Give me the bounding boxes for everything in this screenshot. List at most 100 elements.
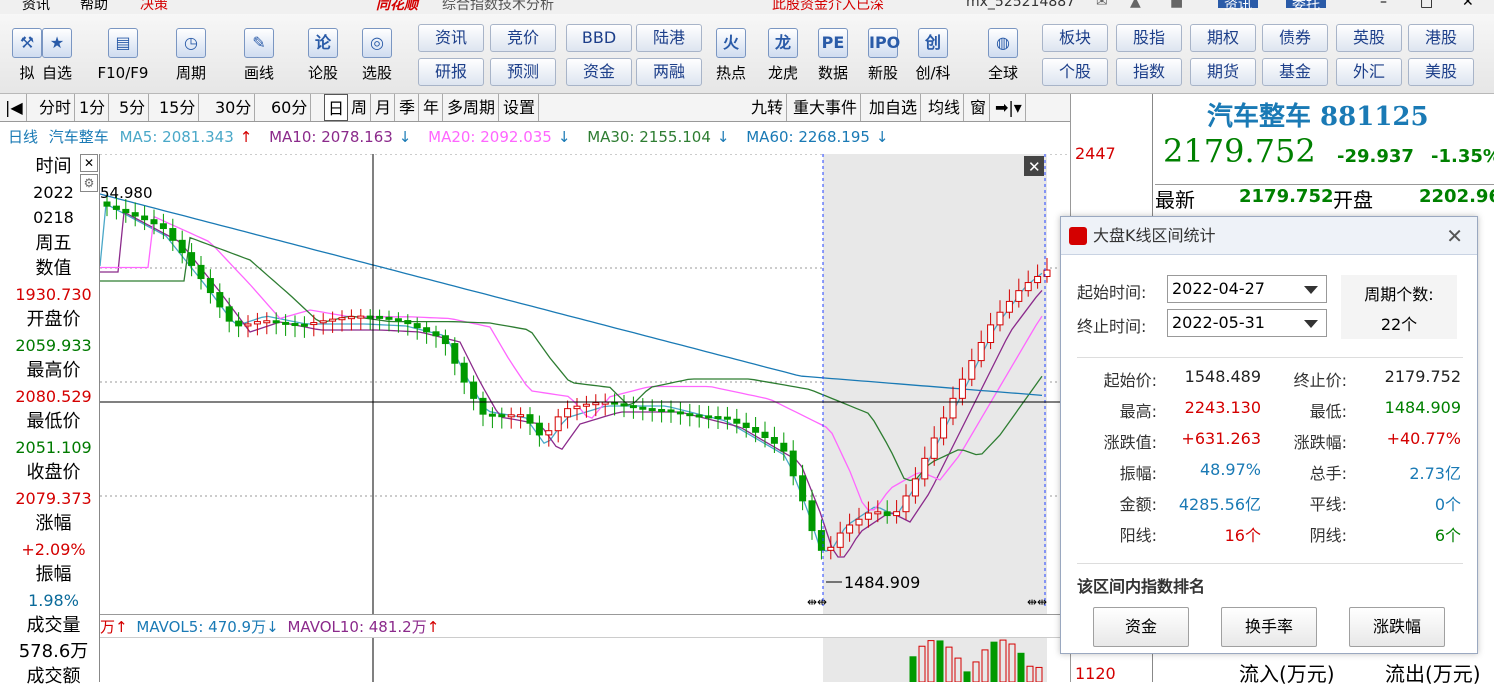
toolbar-button-7[interactable]: 债券 — [1262, 24, 1328, 52]
account-name[interactable]: mx_525214887 — [966, 0, 1075, 10]
toolbar-item-chuang[interactable]: 创创/科 — [906, 28, 960, 92]
period-tab-1[interactable]: 1分 — [76, 94, 110, 121]
end-time-select[interactable]: 2022-05-31 — [1167, 309, 1327, 337]
period-tab-0[interactable]: 分时 — [36, 94, 76, 121]
toolbar-button-b5[interactable]: 指数 — [1116, 58, 1182, 86]
toolbar-button-b1[interactable]: 预测 — [490, 58, 556, 86]
candle — [347, 316, 355, 320]
toolbar-button-b8[interactable]: 外汇 — [1336, 58, 1402, 86]
mail-icon[interactable]: ✉ — [1096, 0, 1108, 10]
toolbar-button-5[interactable]: 股指 — [1116, 24, 1182, 52]
toolbar-item-ipo[interactable]: IPO 新股 — [856, 28, 910, 92]
dialog-title-bar[interactable]: 大盘K线区间统计 ✕ — [1061, 217, 1477, 255]
toolbar-button-b4[interactable]: 个股 — [1042, 58, 1108, 86]
rank-fund-button[interactable]: 资金 — [1093, 607, 1189, 647]
candle — [206, 278, 214, 294]
toolbar-item-globe[interactable]: ◍ 全球 — [976, 28, 1030, 92]
toolbar-item-pe[interactable]: PE 数据 — [806, 28, 860, 92]
notice-text[interactable]: 此股资金介入已深 — [772, 0, 884, 14]
candle — [695, 414, 703, 418]
toolbar-button-8[interactable]: 英股 — [1336, 24, 1402, 52]
candle — [244, 323, 252, 327]
svg-text:✕: ✕ — [1028, 158, 1041, 176]
period-tab-3[interactable]: 15分 — [156, 94, 200, 121]
toolbar-button-2[interactable]: BBD — [566, 24, 632, 52]
candle — [742, 422, 750, 429]
toolbar-item-lun[interactable]: 论论股 — [296, 28, 350, 92]
toolbar-item-dragon[interactable]: 龙龙虎 — [756, 28, 810, 92]
chart-option-3[interactable]: 均线 — [925, 94, 965, 121]
toolbar-item-star[interactable]: ★ 自选 — [30, 28, 84, 92]
candle — [864, 512, 872, 520]
toolbar-item-clock[interactable]: ◷ 周期 — [164, 28, 218, 92]
close-icon[interactable]: ✕ — [1462, 0, 1474, 10]
info-button[interactable]: 资讯 — [1218, 0, 1258, 13]
candle — [432, 331, 440, 337]
toolbar-button-b7[interactable]: 基金 — [1262, 58, 1328, 86]
toolbar-item-pencil[interactable]: ✎ 画线 — [232, 28, 286, 92]
app-logo: 同花顺 — [376, 0, 418, 13]
chart-option-4[interactable]: 窗 — [967, 94, 991, 121]
bell-icon[interactable]: ▲ — [1130, 0, 1141, 10]
minimize-icon[interactable]: – — [1380, 0, 1387, 10]
rank-turnover-button[interactable]: 换手率 — [1221, 607, 1317, 647]
candle — [300, 323, 308, 327]
candle — [460, 362, 468, 383]
toolbar-button-6[interactable]: 期权 — [1190, 24, 1256, 52]
toolbar-button-9[interactable]: 港股 — [1408, 24, 1474, 52]
toolbar-item-fire[interactable]: 火热点 — [704, 28, 758, 92]
candle — [141, 215, 149, 221]
toolbar-item-f10[interactable]: ▤ F10/F9 — [96, 28, 150, 92]
candle — [488, 413, 496, 417]
period-tab-5[interactable]: 60分 — [268, 94, 312, 121]
menu-item-help[interactable]: 帮助 — [80, 0, 108, 14]
toolbar-button-b0[interactable]: 研报 — [418, 58, 484, 86]
candle — [752, 427, 760, 433]
range-handle-left: ⇹⇹ — [807, 595, 827, 609]
period-tab-4[interactable]: 30分 — [212, 94, 256, 121]
period-tab-2[interactable]: 5分 — [116, 94, 150, 121]
info-high-label: 最高价 — [26, 360, 81, 381]
chart-option-2[interactable]: 加自选 — [866, 94, 922, 121]
candle — [338, 317, 346, 321]
toolbar-button-b9[interactable]: 美股 — [1408, 58, 1474, 86]
restore-icon[interactable]: □ — [1420, 0, 1433, 10]
kline-chart[interactable]: 54.980 1484.909 ✕ ⇹⇹ ⇹⇹ — [100, 154, 1070, 614]
more-options-icon[interactable]: ➡|▾ — [992, 94, 1026, 121]
period-tab-6[interactable]: 日 — [324, 94, 349, 121]
first-page-icon[interactable]: |◀ — [2, 94, 27, 121]
period-tab-7[interactable]: 周 — [348, 94, 372, 121]
toolbar-button-b2[interactable]: 资金 — [566, 58, 632, 86]
info-panel-settings-icon[interactable]: ⚙ — [80, 174, 98, 192]
candle — [1024, 282, 1032, 292]
toolbar-button-3[interactable]: 陆港 — [636, 24, 702, 52]
toolbar-button-b6[interactable]: 期货 — [1190, 58, 1256, 86]
period-tab-10[interactable]: 年 — [420, 94, 444, 121]
chuang-icon: 创 — [918, 28, 948, 58]
toolbar-button-0[interactable]: 资讯 — [418, 24, 484, 52]
candle — [451, 343, 459, 364]
menu-item-info[interactable]: 资讯 — [22, 0, 50, 14]
trust-button[interactable]: 委托 — [1286, 0, 1326, 13]
volume-mavol10: MAVOL10: 481.2万↑ — [287, 618, 440, 636]
toolbar-button-1[interactable]: 竞价 — [490, 24, 556, 52]
ma-legend: 日线 汽车整车 MA5: 2081.343 ↑ MA10: 2078.163 ↓ M… — [0, 124, 1070, 150]
chart-option-1[interactable]: 重大事件 — [790, 94, 862, 121]
period-tab-9[interactable]: 季 — [396, 94, 420, 121]
rank-change-button[interactable]: 涨跌幅 — [1349, 607, 1445, 647]
period-tab-11[interactable]: 多周期 — [444, 94, 500, 121]
toolbar-button-4[interactable]: 板块 — [1042, 24, 1108, 52]
shirt-icon[interactable]: ■ — [1170, 0, 1183, 10]
chart-option-0[interactable]: 九转 — [748, 94, 788, 121]
period-tab-12[interactable]: 设置 — [500, 94, 540, 121]
dialog-close-icon[interactable]: ✕ — [1446, 217, 1463, 255]
selected-range-shade — [823, 154, 1047, 614]
candle — [940, 417, 948, 439]
info-panel-close-icon[interactable]: ✕ — [80, 154, 98, 172]
toolbar-button-b3[interactable]: 两融 — [636, 58, 702, 86]
start-time-select[interactable]: 2022-04-27 — [1167, 275, 1327, 303]
menu-item-decision[interactable]: 决策 — [140, 0, 168, 14]
toolbar-item-chart-pick[interactable]: ◎ 选股 — [350, 28, 404, 92]
period-tab-8[interactable]: 月 — [372, 94, 396, 121]
chevron-down-icon — [1304, 320, 1318, 328]
